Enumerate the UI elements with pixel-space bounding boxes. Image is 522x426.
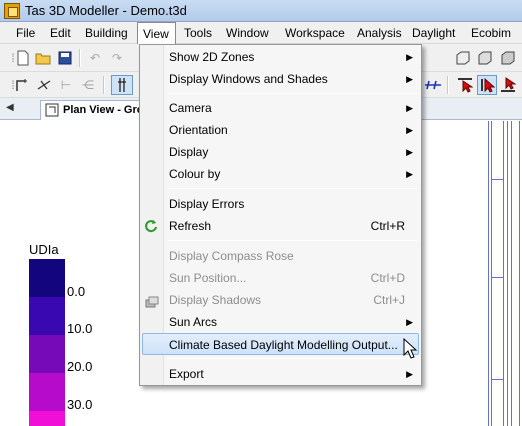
menu-item-camera[interactable]: Camera ▶	[142, 97, 419, 119]
legend-swatch	[29, 335, 65, 373]
refresh-icon	[144, 218, 158, 240]
redo-icon[interactable]: ↷	[108, 49, 126, 67]
structure-line	[511, 121, 512, 426]
menu-separator	[168, 358, 417, 359]
submenu-arrow-icon: ▶	[406, 103, 413, 113]
window-title: Tas 3D Modeller - Demo.t3d	[25, 3, 187, 18]
legend-swatch	[29, 297, 65, 335]
submenu-arrow-icon: ▶	[406, 125, 413, 135]
structure-line	[503, 121, 504, 426]
structure-line	[488, 121, 489, 426]
structure-line	[507, 121, 508, 426]
select-pointer-icon[interactable]	[477, 75, 497, 95]
menu-view[interactable]: View	[137, 22, 176, 44]
structure-line	[519, 121, 520, 426]
submenu-arrow-icon: ▶	[406, 147, 413, 157]
legend-value: 10.0	[67, 321, 93, 336]
join-line-icon[interactable]: ⊢	[57, 76, 75, 94]
menu-item-export[interactable]: Export ▶	[142, 363, 419, 385]
menu-separator	[168, 240, 417, 241]
legend-value: 30.0	[67, 397, 93, 412]
toolbar-separator	[447, 76, 449, 94]
structure-line	[491, 121, 492, 426]
box-front-icon[interactable]	[476, 49, 494, 67]
column-tool-icon[interactable]	[111, 75, 133, 95]
menu-edit[interactable]: Edit	[50, 22, 71, 44]
menu-item-display-compass-rose[interactable]: Display Compass Rose	[142, 245, 419, 267]
menu-workspace[interactable]: Workspace	[285, 22, 345, 44]
legend-swatch	[29, 373, 65, 411]
menu-item-refresh[interactable]: Refresh Ctrl+R	[142, 215, 419, 237]
submenu-arrow-icon: ▶	[406, 52, 413, 62]
menu-item-display-windows-shades[interactable]: Display Windows and Shades ▶	[142, 68, 419, 90]
menu-item-orientation[interactable]: Orientation ▶	[142, 119, 419, 141]
menu-file[interactable]: File	[16, 22, 35, 44]
menu-tools[interactable]: Tools	[184, 22, 212, 44]
menu-item-show-2d-zones[interactable]: Show 2D Zones ▶	[142, 46, 419, 68]
menu-item-display-shadows[interactable]: Display Shadows Ctrl+J	[142, 289, 419, 311]
menu-daylight[interactable]: Daylight	[412, 22, 455, 44]
menu-item-sun-arcs[interactable]: Sun Arcs ▶	[142, 311, 419, 333]
wall-tool-icon[interactable]	[424, 76, 442, 94]
menu-window[interactable]: Window	[226, 22, 269, 44]
mouse-cursor-icon	[403, 337, 418, 360]
box-view-icon[interactable]	[454, 49, 472, 67]
menu-separator	[168, 93, 417, 94]
submenu-arrow-icon: ▶	[406, 317, 413, 327]
new-file-icon[interactable]	[14, 49, 32, 67]
menu-analysis[interactable]: Analysis	[357, 22, 402, 44]
plan-view-icon	[45, 103, 59, 120]
menu-item-colour-by[interactable]: Colour by ▶	[142, 163, 419, 185]
save-icon[interactable]	[56, 49, 74, 67]
menu-ecobim[interactable]: Ecobim	[471, 22, 511, 44]
legend-value: 20.0	[67, 359, 93, 374]
menu-bar: File Edit Building View Tools Window Wor…	[0, 22, 522, 44]
menu-item-display-errors[interactable]: Display Errors	[142, 193, 419, 215]
draw-line-icon[interactable]	[13, 76, 31, 94]
title-bar: Tas 3D Modeller - Demo.t3d	[0, 0, 522, 22]
menu-item-climate-based-daylight-output[interactable]: Climate Based Daylight Modelling Output.…	[142, 333, 419, 355]
view-menu-dropdown: Show 2D Zones ▶ Display Windows and Shade…	[139, 44, 422, 386]
open-folder-icon[interactable]	[34, 49, 52, 67]
toolbar-separator	[79, 49, 81, 67]
legend-title: UDIa	[29, 242, 59, 257]
box-side-icon[interactable]	[499, 49, 517, 67]
submenu-arrow-icon: ▶	[406, 369, 413, 379]
split-line-icon[interactable]	[35, 76, 53, 94]
tab-scroll-left-icon[interactable]: ◀	[6, 102, 14, 113]
structure-line	[491, 277, 503, 278]
app-icon	[4, 3, 20, 19]
toolbar-separator	[103, 76, 105, 94]
undo-icon[interactable]: ↶	[86, 49, 104, 67]
select-bottom-icon[interactable]	[499, 76, 517, 94]
select-top-icon[interactable]	[456, 76, 474, 94]
tab-label: Plan View - Gro	[63, 104, 144, 116]
structure-line	[491, 379, 503, 380]
cross-line-icon[interactable]: ⋲	[79, 76, 97, 94]
legend-value: 0.0	[67, 284, 86, 299]
menu-separator	[168, 188, 417, 189]
menu-building[interactable]: Building	[85, 22, 128, 44]
menu-item-sun-position[interactable]: Sun Position... Ctrl+D	[142, 267, 419, 289]
submenu-arrow-icon: ▶	[406, 74, 413, 84]
menu-item-display[interactable]: Display ▶	[142, 141, 419, 163]
structure-line	[491, 179, 503, 180]
submenu-arrow-icon: ▶	[406, 169, 413, 179]
legend-swatch	[29, 259, 65, 297]
legend-swatch	[29, 411, 65, 426]
